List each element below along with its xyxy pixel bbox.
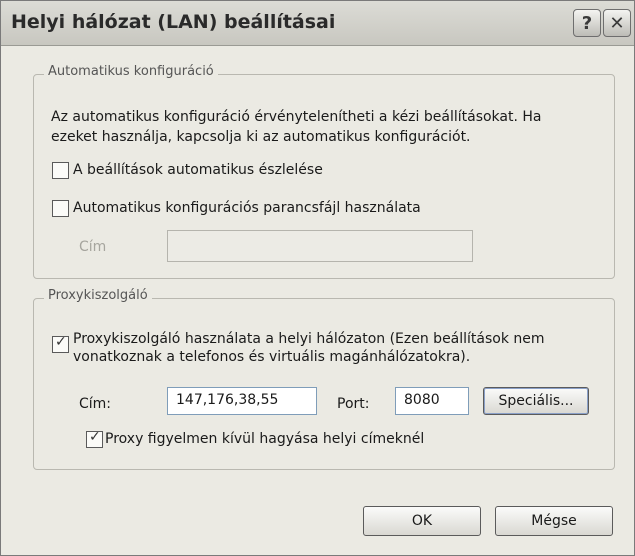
proxy-port-input[interactable]: 8080: [395, 387, 469, 415]
proxy-address-label: Cím:: [79, 396, 112, 412]
auto-detect-label[interactable]: A beállítások automatikus észlelése: [73, 160, 323, 180]
auto-config-description-line1: Az automatikus konfiguráció érvénytelení…: [51, 109, 542, 125]
auto-detect-checkbox[interactable]: [52, 162, 69, 179]
checkmark-icon: ✓: [55, 334, 67, 350]
close-icon: ✕: [609, 12, 625, 34]
use-proxy-label-line1[interactable]: Proxykiszolgáló használata a helyi hálóz…: [73, 329, 545, 349]
auto-config-description-line2: ezeket használja, kapcsolja ki az automa…: [51, 129, 471, 145]
lan-settings-dialog: Helyi hálózat (LAN) beállításai ? ✕ Auto…: [0, 0, 635, 556]
auto-script-label[interactable]: Automatikus konfigurációs parancsfájl ha…: [73, 198, 421, 218]
ok-button[interactable]: OK: [363, 506, 481, 536]
proxy-port-label: Port:: [337, 396, 370, 412]
help-button[interactable]: ?: [573, 9, 601, 37]
advanced-button-label: Speciális...: [498, 393, 574, 409]
ok-button-label: OK: [411, 513, 433, 529]
use-proxy-label-line2[interactable]: vonatkoznak a telefonos és virtuális mag…: [73, 347, 470, 367]
cancel-button[interactable]: Mégse: [495, 506, 613, 536]
auto-script-checkbox[interactable]: [52, 200, 69, 217]
dialog-title: Helyi hálózat (LAN) beállításai: [11, 11, 336, 33]
proxy-address-input[interactable]: 147,176,38,55: [167, 387, 317, 415]
advanced-button[interactable]: Speciális...: [483, 387, 589, 415]
use-proxy-checkbox[interactable]: ✓: [52, 334, 69, 353]
auto-script-address-input[interactable]: [167, 230, 473, 262]
close-button[interactable]: ✕: [603, 9, 631, 37]
cancel-button-label: Mégse: [531, 513, 577, 529]
help-icon: ?: [581, 12, 593, 34]
auto-config-group-title: Automatikus konfiguráció: [44, 64, 218, 79]
bypass-local-checkbox[interactable]: ✓: [86, 429, 103, 448]
bypass-local-label[interactable]: Proxy figyelmen kívül hagyása helyi címe…: [105, 429, 424, 449]
proxy-group-title: Proxykiszolgáló: [44, 288, 152, 303]
title-bar[interactable]: Helyi hálózat (LAN) beállításai ? ✕: [1, 1, 634, 46]
checkmark-icon: ✓: [89, 429, 101, 445]
auto-script-address-label: Cím: [79, 239, 107, 255]
